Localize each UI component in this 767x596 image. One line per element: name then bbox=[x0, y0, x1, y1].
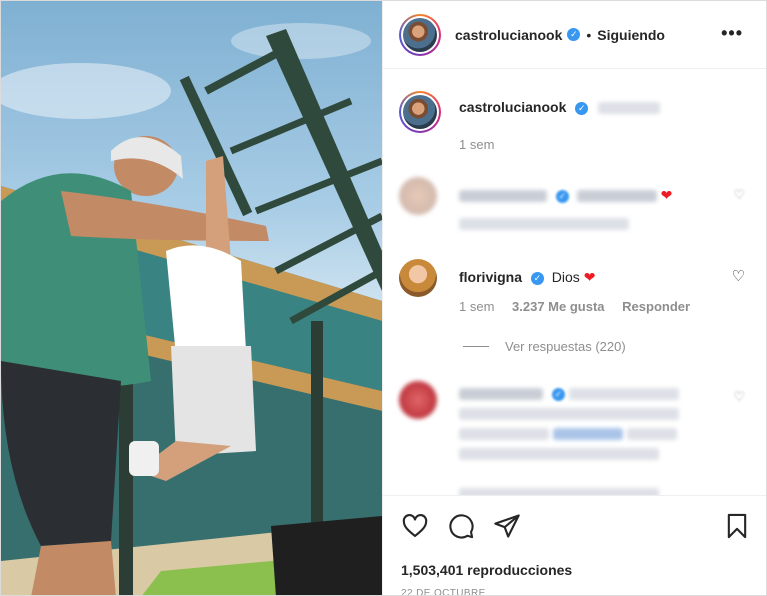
avatar-image bbox=[403, 95, 437, 129]
blurred-username bbox=[459, 388, 543, 401]
post-header: castrolucianook ✓ • Siguiendo ••• bbox=[383, 1, 766, 69]
blurred-comment bbox=[459, 408, 679, 421]
avatar-image bbox=[403, 17, 437, 52]
author-username[interactable]: castrolucianook bbox=[455, 27, 562, 43]
post-actions: 1,503,401 reproducciones 22 DE OCTUBRE bbox=[383, 495, 766, 595]
caption-author[interactable]: castrolucianook bbox=[459, 99, 566, 115]
blurred-comment bbox=[459, 448, 659, 461]
post-modal: castrolucianook ✓ • Siguiendo ••• castro… bbox=[0, 0, 767, 596]
blurred-mention bbox=[552, 428, 623, 441]
post-video[interactable] bbox=[1, 1, 382, 595]
verified-badge-icon: ✓ bbox=[551, 387, 565, 401]
heart-icon[interactable] bbox=[401, 512, 429, 540]
caption: castrolucianook ✓ 1 sem bbox=[399, 91, 759, 152]
comment-text: ✓ bbox=[459, 383, 689, 463]
comment-likes[interactable]: 3.237 Me gusta bbox=[512, 299, 605, 314]
share-icon[interactable] bbox=[493, 512, 521, 540]
comment-icon[interactable] bbox=[447, 512, 475, 540]
heart-emoji-icon: ❤ bbox=[583, 269, 596, 285]
bookmark-icon[interactable] bbox=[723, 512, 751, 540]
comment-body: Dios bbox=[551, 269, 580, 285]
blurred-meta bbox=[459, 487, 659, 495]
comments-list: castrolucianook ✓ 1 sem ✓ ❤ ♡ florivigna… bbox=[383, 69, 766, 495]
replies-line bbox=[463, 346, 489, 347]
view-count[interactable]: 1,503,401 reproducciones bbox=[401, 562, 572, 578]
verified-badge-icon: ✓ bbox=[575, 101, 589, 115]
blurred-comment bbox=[576, 190, 657, 203]
comment-text: ✓ ❤ bbox=[459, 187, 672, 204]
comment-item: ✓ ♡ bbox=[399, 381, 759, 495]
verified-badge-icon: ✓ bbox=[530, 271, 544, 285]
verified-badge-icon: ✓ bbox=[567, 28, 581, 41]
caption-meta: 1 sem bbox=[459, 137, 508, 152]
comment-meta bbox=[459, 215, 643, 230]
caption-text: castrolucianook ✓ bbox=[459, 99, 661, 115]
avatar-ring bbox=[401, 15, 439, 54]
blurred-meta bbox=[459, 217, 629, 230]
blurred-comment bbox=[626, 428, 677, 441]
comment-meta: 1 sem 3.237 Me gusta Responder bbox=[459, 299, 704, 314]
caption-time[interactable]: 1 sem bbox=[459, 137, 494, 152]
comment-author[interactable]: florivigna bbox=[459, 269, 522, 285]
video-frame-illustration bbox=[1, 23, 382, 595]
comment-meta bbox=[459, 485, 673, 495]
post-side-panel: castrolucianook ✓ • Siguiendo ••• castro… bbox=[382, 1, 766, 595]
reply-button[interactable]: Responder bbox=[622, 299, 690, 314]
verified-badge-icon: ✓ bbox=[555, 189, 569, 203]
more-options-icon[interactable]: ••• bbox=[721, 23, 743, 44]
blurred-caption bbox=[598, 102, 661, 115]
blurred-comment bbox=[568, 388, 679, 401]
blurred-comment bbox=[459, 428, 549, 441]
heart-emoji-icon: ❤ bbox=[660, 187, 673, 203]
follow-status-button[interactable]: Siguiendo bbox=[597, 27, 665, 43]
comment-text: florivigna ✓ Dios ❤ bbox=[459, 269, 595, 286]
caption-avatar[interactable] bbox=[399, 91, 441, 133]
author-avatar[interactable] bbox=[399, 13, 441, 56]
view-replies-label: Ver respuestas (220) bbox=[505, 339, 626, 354]
post-date[interactable]: 22 DE OCTUBRE bbox=[401, 588, 486, 595]
avatar-ring bbox=[401, 93, 439, 131]
blurred-username bbox=[459, 190, 547, 203]
like-comment-icon[interactable]: ♡ bbox=[733, 389, 745, 405]
view-replies-button[interactable]: Ver respuestas (220) bbox=[463, 339, 626, 354]
like-comment-icon[interactable]: ♡ bbox=[733, 187, 745, 203]
separator-dot: • bbox=[586, 26, 592, 43]
comment-avatar[interactable] bbox=[399, 177, 437, 215]
comment-time[interactable]: 1 sem bbox=[459, 299, 494, 314]
comment-avatar[interactable] bbox=[399, 259, 437, 297]
comment-avatar[interactable] bbox=[399, 381, 437, 419]
comment-item: ✓ ❤ ♡ bbox=[399, 177, 759, 237]
like-comment-icon[interactable]: ♡ bbox=[732, 267, 745, 285]
